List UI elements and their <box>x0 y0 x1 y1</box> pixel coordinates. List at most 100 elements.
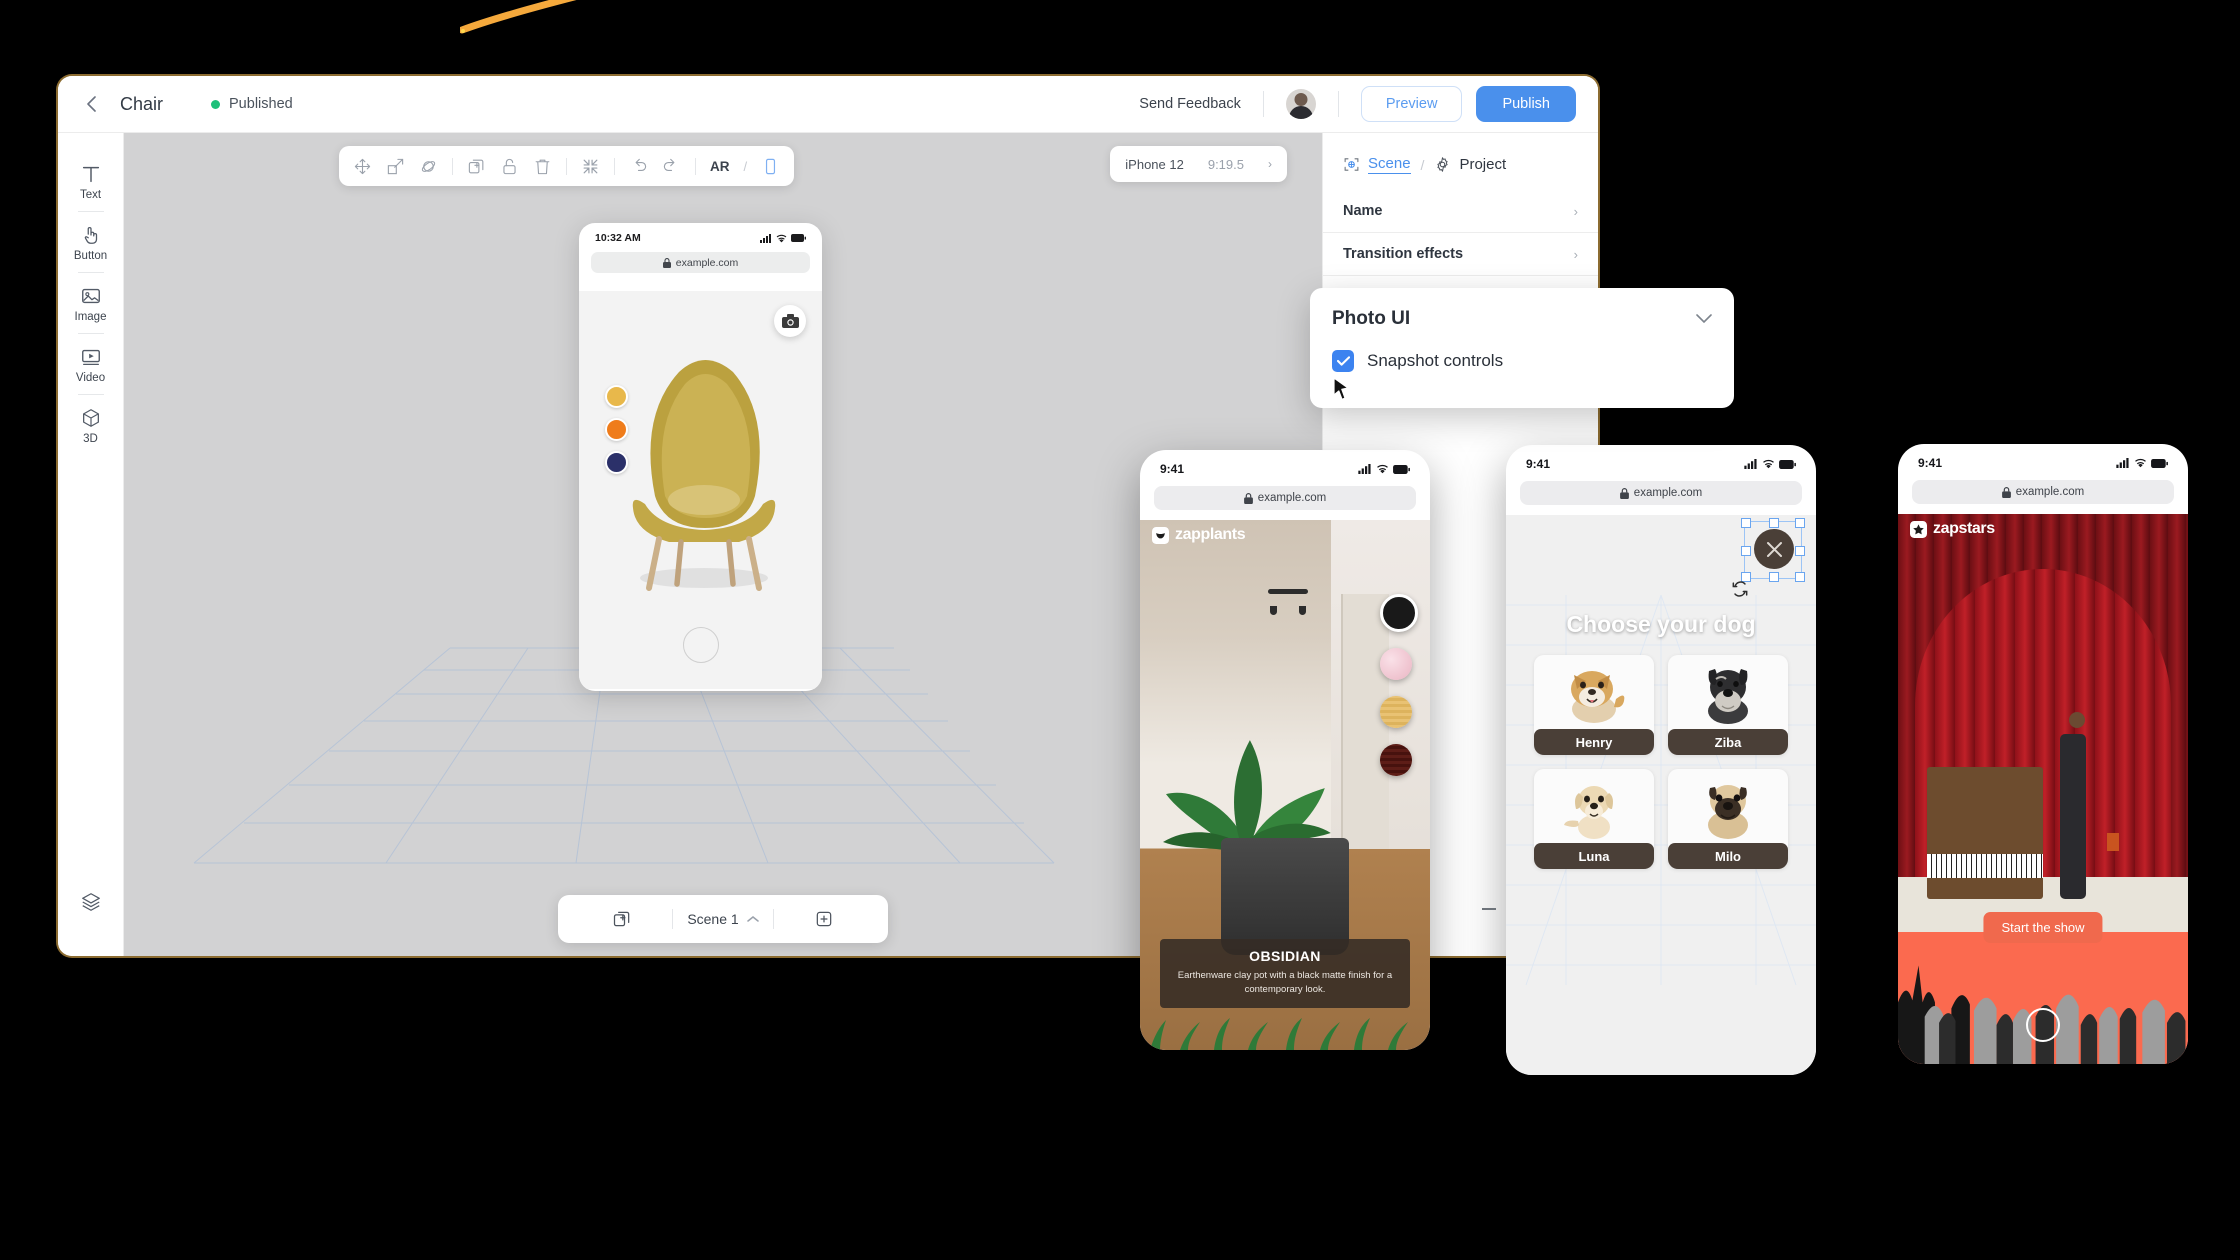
lock-icon <box>1619 487 1629 499</box>
panel-row-name[interactable]: Name › <box>1323 190 1598 233</box>
dog-name: Henry <box>1534 729 1654 755</box>
ar-reticle <box>682 627 719 663</box>
collapse-icon[interactable] <box>581 157 600 176</box>
tab-scene[interactable]: Scene <box>1343 155 1411 174</box>
plant-pot-3d[interactable] <box>1221 838 1349 955</box>
sidebar-item-video[interactable]: Video <box>63 336 119 392</box>
send-feedback-link[interactable]: Send Feedback <box>1139 96 1241 112</box>
phone-status-bar: 10:32 AM <box>579 223 822 247</box>
preview-button[interactable]: Preview <box>1360 86 1463 122</box>
status-badge: Published <box>211 96 293 112</box>
close-icon[interactable] <box>1754 529 1794 569</box>
sidebar-item-label: 3D <box>83 433 98 445</box>
grass-decoration <box>1150 1018 1408 1050</box>
device-selector[interactable]: iPhone 12 9:19.5 › <box>1110 146 1287 182</box>
wifi-icon <box>776 234 787 242</box>
zoom-out-button[interactable] <box>1482 908 1496 910</box>
phone-url-bar[interactable]: example.com <box>1154 486 1416 510</box>
undo-icon[interactable] <box>629 157 648 176</box>
phone-viewport[interactable] <box>579 291 822 689</box>
shutter-icon[interactable] <box>2026 1008 2060 1042</box>
material-swatch-light-wood[interactable] <box>1380 696 1412 728</box>
divider <box>566 157 567 175</box>
battery-icon <box>1393 464 1410 474</box>
lock-icon <box>1243 492 1253 504</box>
status-time: 9:41 <box>1918 456 1943 470</box>
duplicate-scene-button[interactable] <box>572 909 672 929</box>
redo-icon[interactable] <box>662 157 681 176</box>
schnauzer-image <box>1708 669 1748 724</box>
url-text: example.com <box>675 256 739 269</box>
status-label: Published <box>229 96 293 112</box>
dog-card-henry[interactable]: Henry <box>1534 655 1654 755</box>
phone-viewport[interactable]: Choose your dog Henry Ziba Luna Milo <box>1506 515 1816 1075</box>
material-swatch-pink-marble[interactable] <box>1380 648 1412 680</box>
chevron-down-icon[interactable] <box>1696 311 1712 328</box>
sidebar-item-layers[interactable] <box>58 891 123 913</box>
publish-button[interactable]: Publish <box>1476 86 1576 122</box>
phone-preview[interactable]: 10:32 AM example.com <box>579 223 822 691</box>
decorative-swoosh <box>460 0 577 34</box>
dog-card-milo[interactable]: Milo <box>1668 769 1788 869</box>
phone-url-bar[interactable]: example.com <box>1520 481 1802 505</box>
shiba-inu-image <box>1571 671 1625 723</box>
tab-label: Scene <box>1368 155 1411 174</box>
material-swatch-black-matte[interactable] <box>1380 594 1418 632</box>
move-arrows-icon[interactable] <box>353 157 372 176</box>
add-scene-button[interactable] <box>774 909 874 929</box>
status-icons <box>2116 458 2168 468</box>
device-aspect: 9:19.5 <box>1207 156 1244 172</box>
mobile-icon[interactable] <box>761 157 780 176</box>
sidebar-item-3d[interactable]: 3D <box>63 397 119 453</box>
duplicate-icon[interactable] <box>467 157 486 176</box>
camera-icon[interactable] <box>774 305 806 337</box>
dog-card-luna[interactable]: Luna <box>1534 769 1654 869</box>
brand-bar: zapplants <box>1140 520 1430 550</box>
sidebar-item-button[interactable]: Button <box>63 214 119 270</box>
chevron-right-icon: › <box>1268 157 1272 171</box>
sidebar-item-text[interactable]: Text <box>63 153 119 209</box>
unlock-icon[interactable] <box>500 157 519 176</box>
phone-status-bar: 9:41 <box>1140 450 1430 480</box>
ar-toggle[interactable]: AR <box>710 159 730 174</box>
dog-name: Ziba <box>1668 729 1788 755</box>
mockup-zapplants[interactable]: 9:41 example.com zapplants OBSIDIAN Eart… <box>1140 450 1430 1050</box>
tab-project[interactable]: Project <box>1434 156 1506 173</box>
avatar[interactable] <box>1285 89 1316 119</box>
duplicate-scene-icon <box>613 911 630 927</box>
phone-url-bar[interactable]: example.com <box>591 252 810 273</box>
dog-picker-title: Choose your dog <box>1566 611 1756 637</box>
chair-3d-model[interactable] <box>619 346 784 601</box>
piano-3d[interactable] <box>1927 767 2043 899</box>
mockup-zapstars[interactable]: 9:41 example.com zapstars Start the show <box>1898 444 2188 1064</box>
scene-selector[interactable]: Scene 1 <box>673 911 773 927</box>
wifi-icon <box>1377 464 1388 474</box>
rotate-icon[interactable] <box>1730 579 1750 599</box>
panel-row-transition-effects[interactable]: Transition effects › <box>1323 233 1598 276</box>
phone-url-bar[interactable]: example.com <box>1912 480 2174 504</box>
divider <box>77 211 104 212</box>
rotate-3d-icon[interactable] <box>419 157 438 176</box>
snapshot-controls-row[interactable]: Snapshot controls <box>1332 350 1712 372</box>
snapshot-controls-checkbox[interactable] <box>1332 350 1354 372</box>
dog-card-ziba[interactable]: Ziba <box>1668 655 1788 755</box>
labrador-puppy-image <box>1564 786 1613 839</box>
phone-status-bar: 9:41 <box>1506 445 1816 475</box>
wifi-icon <box>2135 458 2146 468</box>
scale-icon[interactable] <box>386 157 405 176</box>
start-the-show-button[interactable]: Start the show <box>1983 912 2103 943</box>
divider <box>77 394 104 395</box>
sidebar-item-image[interactable]: Image <box>63 275 119 331</box>
material-swatch-dark-mahogany[interactable] <box>1380 744 1412 776</box>
trash-icon[interactable] <box>533 157 552 176</box>
chevron-left-icon[interactable] <box>80 93 102 115</box>
status-time: 9:41 <box>1526 457 1551 471</box>
scene-target-icon <box>1344 158 1359 171</box>
phone-viewport[interactable]: zapstars Start the show <box>1898 514 2188 1064</box>
brand-name: zapstars <box>1933 520 1995 537</box>
check-icon <box>1336 356 1350 366</box>
divider <box>1262 91 1264 117</box>
mockup-dogs[interactable]: 9:41 example.com Choose your dog Henry Z… <box>1506 445 1816 1075</box>
divider <box>1337 91 1339 117</box>
phone-viewport[interactable]: zapplants OBSIDIAN Earthenware clay pot … <box>1140 520 1430 1050</box>
